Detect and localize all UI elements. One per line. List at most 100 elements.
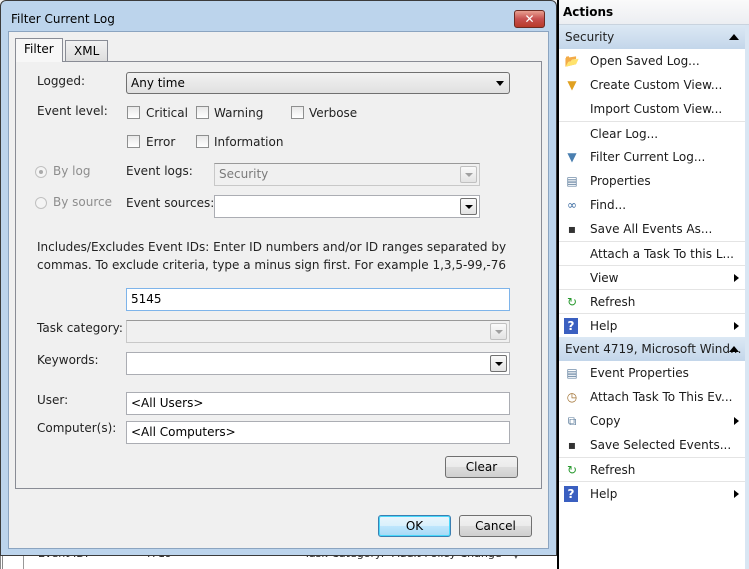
verbose-checkbox[interactable] bbox=[291, 106, 304, 119]
copy-icon: ⧉ bbox=[567, 414, 577, 428]
event-sources-field[interactable] bbox=[214, 195, 480, 218]
save-icon: ▪ bbox=[567, 222, 577, 236]
action-label: Clear Log... bbox=[590, 127, 659, 141]
action-item[interactable]: ⧉ Copy bbox=[559, 409, 749, 433]
action-label: Save Selected Events... bbox=[590, 438, 732, 452]
refresh-icon: ↻ bbox=[566, 295, 578, 309]
event-sources-dropdown-icon[interactable] bbox=[460, 198, 477, 215]
submenu-arrow-icon bbox=[734, 322, 739, 330]
event-logs-field[interactable]: Security bbox=[214, 163, 480, 186]
actions-header: Actions bbox=[559, 0, 749, 25]
clear-button[interactable]: Clear bbox=[445, 456, 518, 478]
by-log-radio[interactable] bbox=[35, 166, 47, 178]
event-sources-label: Event sources: bbox=[126, 196, 215, 210]
action-label: View bbox=[590, 271, 619, 285]
action-item[interactable]: ▤ Event Properties bbox=[559, 361, 749, 385]
section-title: Security bbox=[565, 30, 615, 44]
action-item[interactable]: View bbox=[559, 265, 749, 289]
logged-select[interactable]: Any time bbox=[126, 72, 510, 94]
close-icon: ✕ bbox=[524, 12, 535, 26]
action-item[interactable]: ? Help bbox=[559, 313, 749, 337]
user-value: <All Users> bbox=[131, 396, 204, 410]
keywords-field[interactable] bbox=[126, 352, 510, 375]
event-logs-label: Event logs: bbox=[126, 164, 193, 178]
actions-scrollbar[interactable] bbox=[745, 25, 749, 569]
dialog-title: Filter Current Log bbox=[11, 12, 115, 26]
binoculars-icon: ∞ bbox=[567, 198, 577, 212]
submenu-arrow-icon bbox=[734, 490, 739, 498]
critical-label: Critical bbox=[146, 106, 188, 120]
collapse-icon[interactable] bbox=[729, 346, 739, 352]
computers-field[interactable]: <All Computers> bbox=[126, 421, 510, 444]
warning-checkbox[interactable] bbox=[196, 106, 209, 119]
error-label: Error bbox=[146, 135, 176, 149]
action-label: Properties bbox=[590, 174, 651, 188]
filter-panel: Logged: Any time Event level: Critical W… bbox=[15, 61, 542, 489]
close-button[interactable]: ✕ bbox=[514, 10, 545, 28]
action-item[interactable]: ◷ Attach Task To This Ev... bbox=[559, 385, 749, 409]
action-label: Refresh bbox=[590, 295, 636, 309]
event-logs-dropdown-icon[interactable] bbox=[460, 166, 477, 183]
action-item[interactable]: ▪ Save Selected Events... bbox=[559, 433, 749, 457]
by-source-radio[interactable] bbox=[35, 197, 47, 209]
action-item[interactable]: ∞ Find... bbox=[559, 193, 749, 217]
save-icon: ▪ bbox=[567, 438, 577, 452]
event-ids-description: Includes/Excludes Event IDs: Enter ID nu… bbox=[37, 240, 507, 272]
action-item[interactable]: Import Custom View... bbox=[559, 97, 749, 121]
submenu-arrow-icon bbox=[734, 274, 739, 282]
critical-checkbox[interactable] bbox=[127, 106, 140, 119]
by-source-label: By source bbox=[53, 195, 112, 209]
filter-icon: ▼ bbox=[567, 150, 577, 164]
information-label: Information bbox=[214, 135, 284, 149]
section-header-0[interactable]: Security bbox=[559, 25, 749, 49]
information-checkbox[interactable] bbox=[196, 135, 209, 148]
action-label: Event Properties bbox=[590, 366, 689, 380]
action-item[interactable]: Attach a Task To this L... bbox=[559, 241, 749, 265]
actions-sections: Security 📂 Open Saved Log... ▼ Create Custom… bbox=[559, 25, 749, 505]
action-label: Refresh bbox=[590, 463, 636, 477]
action-item[interactable]: ↻ Refresh bbox=[559, 289, 749, 313]
action-label: Copy bbox=[590, 414, 621, 428]
event-ids-value: 5145 bbox=[131, 292, 162, 306]
action-item[interactable]: ▪ Save All Events As... bbox=[559, 217, 749, 241]
logged-label: Logged: bbox=[37, 74, 86, 88]
cancel-button[interactable]: Cancel bbox=[459, 515, 532, 537]
computers-value: <All Computers> bbox=[131, 425, 236, 439]
action-item[interactable]: ▼ Create Custom View... bbox=[559, 73, 749, 97]
action-item[interactable]: Clear Log... bbox=[559, 121, 749, 145]
action-label: Help bbox=[590, 487, 618, 501]
action-label: Open Saved Log... bbox=[590, 54, 700, 68]
event-ids-input[interactable]: 5145 bbox=[126, 288, 510, 311]
task-clock-icon: ◷ bbox=[566, 390, 578, 404]
ok-button[interactable]: OK bbox=[378, 515, 451, 537]
collapse-icon[interactable] bbox=[729, 34, 739, 40]
folder-open-icon: 📂 bbox=[564, 54, 580, 68]
section-header-1[interactable]: Event 4719, Microsoft Wind... bbox=[559, 337, 749, 361]
task-category-field[interactable] bbox=[126, 320, 510, 343]
action-label: Find... bbox=[590, 198, 627, 212]
filter-dialog: Filter Current Log ✕ Filter XML Logged: … bbox=[0, 0, 557, 556]
tab-xml[interactable]: XML bbox=[65, 40, 109, 62]
keywords-label: Keywords: bbox=[37, 353, 99, 367]
computers-label: Computer(s): bbox=[37, 421, 117, 435]
refresh-icon: ↻ bbox=[566, 463, 578, 477]
tab-filter[interactable]: Filter bbox=[15, 38, 63, 62]
action-label: Attach a Task To this L... bbox=[590, 247, 734, 261]
action-item[interactable]: ? Help bbox=[559, 481, 749, 505]
action-item[interactable]: ▼ Filter Current Log... bbox=[559, 145, 749, 169]
submenu-arrow-icon bbox=[734, 417, 739, 425]
task-category-label: Task category: bbox=[37, 321, 123, 335]
keywords-dropdown-icon[interactable] bbox=[490, 355, 507, 372]
help-icon: ? bbox=[564, 486, 578, 502]
action-item[interactable]: 📂 Open Saved Log... bbox=[559, 49, 749, 73]
action-item[interactable]: ↻ Refresh bbox=[559, 457, 749, 481]
section-title: Event 4719, Microsoft Wind... bbox=[565, 342, 742, 356]
action-label: Attach Task To This Ev... bbox=[590, 390, 733, 404]
action-label: Help bbox=[590, 319, 618, 333]
task-category-dropdown-icon[interactable] bbox=[490, 323, 507, 340]
error-checkbox[interactable] bbox=[127, 135, 140, 148]
user-field[interactable]: <All Users> bbox=[126, 392, 510, 415]
by-log-label: By log bbox=[53, 164, 91, 178]
event-level-label: Event level: bbox=[37, 104, 108, 118]
action-item[interactable]: ▤ Properties bbox=[559, 169, 749, 193]
